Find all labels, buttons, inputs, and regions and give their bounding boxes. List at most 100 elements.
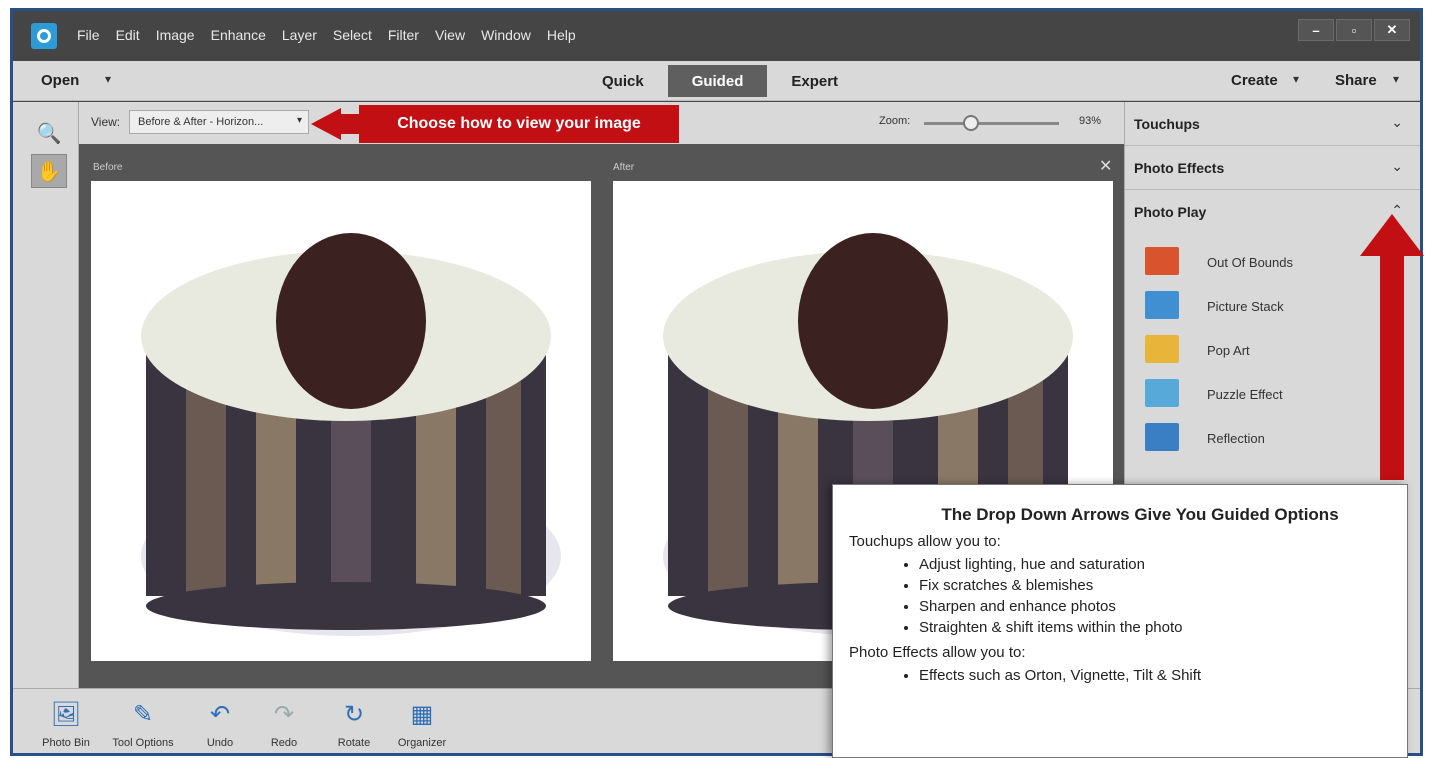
view-select[interactable]: Before & After - Horizon... ▾: [129, 110, 309, 134]
maximize-button[interactable]: ▫: [1336, 19, 1372, 41]
touchups-intro: Touchups allow you to:: [849, 533, 1001, 550]
close-window-button[interactable]: ✕: [1374, 19, 1410, 41]
redo-button[interactable]: ↷ Redo: [249, 697, 319, 750]
pop-art-icon: [1145, 335, 1179, 363]
rotate-button[interactable]: ↻ Rotate: [319, 697, 389, 750]
tool-options-icon: ✎: [132, 700, 154, 728]
zoom-label: Zoom:: [879, 115, 911, 127]
menu-select[interactable]: Select: [333, 27, 372, 43]
list-item: Straighten & shift items within the phot…: [919, 619, 1391, 636]
undo-button[interactable]: ↶ Undo: [185, 697, 255, 750]
tab-expert[interactable]: Expert: [767, 65, 862, 97]
puzzle-effect-icon: [1145, 379, 1179, 407]
menu-file[interactable]: File: [77, 27, 100, 43]
photo-bin-icon: 🖼: [50, 700, 82, 728]
menu-bar: File Edit Image Enhance Layer Select Fil…: [13, 11, 1420, 61]
play-item-picture-stack[interactable]: Picture Stack: [1145, 291, 1405, 323]
minimize-button[interactable]: –: [1298, 19, 1334, 41]
undo-icon: ↶: [209, 700, 231, 728]
up-arrow-stem: [1380, 255, 1404, 480]
bottom-label: Undo: [206, 737, 234, 749]
create-dropdown-icon[interactable]: ▾: [1293, 72, 1299, 86]
list-item: Adjust lighting, hue and saturation: [919, 556, 1391, 573]
app-logo-icon[interactable]: [31, 23, 57, 49]
list-item: Effects such as Orton, Vignette, Tilt & …: [919, 667, 1391, 684]
mode-bar: Open ▾ Quick Guided Expert Create ▾ Shar…: [13, 61, 1420, 101]
section-title: Touchups: [1134, 116, 1200, 132]
view-select-value: Before & After - Horizon...: [138, 116, 264, 128]
menu-edit[interactable]: Edit: [116, 27, 140, 43]
bottom-label: Rotate: [337, 737, 371, 749]
section-title: Photo Effects: [1134, 160, 1225, 176]
callout-arrow-left: [311, 108, 341, 140]
after-label: After: [613, 162, 635, 173]
share-button[interactable]: Share: [1335, 72, 1377, 89]
open-dropdown-icon[interactable]: ▾: [105, 72, 111, 86]
picture-stack-icon: [1145, 291, 1179, 319]
chevron-down-icon: ▾: [296, 115, 302, 126]
window-controls: – ▫ ✕: [1298, 19, 1410, 41]
tool-options-button[interactable]: ✎ Tool Options: [108, 697, 178, 750]
list-item: Fix scratches & blemishes: [919, 577, 1391, 594]
menu-layer[interactable]: Layer: [282, 27, 317, 43]
up-arrow-annotation: [1360, 214, 1424, 256]
play-item-pop-art[interactable]: Pop Art: [1145, 335, 1405, 367]
tool-panel: 🔍 ✋: [13, 102, 79, 688]
list-item: Sharpen and enhance photos: [919, 598, 1391, 615]
view-options-bar: View: Before & After - Horizon... ▾ Choo…: [79, 102, 1124, 144]
menu-list: File Edit Image Enhance Layer Select Fil…: [77, 27, 576, 43]
cake-photo: [141, 233, 561, 636]
out-of-bounds-icon: [1145, 247, 1179, 275]
touchups-list: Adjust lighting, hue and saturation Fix …: [849, 556, 1391, 636]
before-label: Before: [93, 162, 123, 173]
section-photo-effects[interactable]: Photo Effects ⌄: [1125, 146, 1420, 190]
menu-view[interactable]: View: [435, 27, 465, 43]
rotate-icon: ↻: [343, 700, 365, 728]
play-item-label: Out Of Bounds: [1207, 255, 1293, 270]
close-icon[interactable]: ✕: [1099, 156, 1112, 176]
play-item-label: Pop Art: [1207, 343, 1250, 358]
callout-arrow-stem: [339, 114, 359, 134]
create-button[interactable]: Create: [1231, 72, 1278, 89]
redo-icon: ↷: [273, 700, 295, 728]
tab-quick[interactable]: Quick: [578, 65, 668, 97]
zoom-value: 93%: [1079, 115, 1102, 127]
section-touchups[interactable]: Touchups ⌄: [1125, 102, 1420, 146]
view-label: View:: [91, 115, 121, 129]
menu-enhance[interactable]: Enhance: [211, 27, 266, 43]
view-callout: Choose how to view your image: [359, 105, 679, 143]
zoom-slider-knob[interactable]: [963, 115, 980, 131]
play-item-label: Puzzle Effect: [1207, 387, 1283, 402]
hand-tool-icon[interactable]: ✋: [31, 154, 67, 188]
organizer-button[interactable]: ▦ Organizer: [387, 697, 457, 750]
organizer-icon: ▦: [410, 700, 434, 728]
open-button[interactable]: Open: [41, 72, 79, 89]
section-title: Photo Play: [1134, 204, 1207, 220]
bottom-label: Tool Options: [112, 737, 174, 749]
play-item-label: Picture Stack: [1207, 299, 1284, 314]
zoom-slider-track[interactable]: [924, 122, 1059, 125]
play-item-label: Reflection: [1207, 431, 1265, 446]
effects-list: Effects such as Orton, Vignette, Tilt & …: [849, 667, 1391, 684]
play-item-puzzle-effect[interactable]: Puzzle Effect: [1145, 379, 1405, 411]
note-title: The Drop Down Arrows Give You Guided Opt…: [941, 505, 1339, 524]
photo-bin-button[interactable]: 🖼 Photo Bin: [31, 697, 101, 750]
before-image[interactable]: [91, 181, 591, 661]
tab-guided[interactable]: Guided: [667, 65, 768, 97]
chevron-down-icon[interactable]: ⌄: [1391, 158, 1403, 175]
zoom-tool-icon[interactable]: 🔍: [31, 116, 67, 150]
bottom-label: Photo Bin: [42, 737, 90, 749]
menu-image[interactable]: Image: [156, 27, 195, 43]
menu-help[interactable]: Help: [547, 27, 576, 43]
menu-window[interactable]: Window: [481, 27, 531, 43]
bottom-label: Redo: [270, 737, 298, 749]
guided-options-note: The Drop Down Arrows Give You Guided Opt…: [832, 484, 1408, 758]
menu-filter[interactable]: Filter: [388, 27, 419, 43]
play-item-reflection[interactable]: Reflection: [1145, 423, 1405, 455]
effects-intro: Photo Effects allow you to:: [849, 644, 1026, 661]
reflection-icon: [1145, 423, 1179, 451]
bottom-label: Organizer: [397, 737, 447, 749]
share-dropdown-icon[interactable]: ▾: [1393, 72, 1399, 86]
mode-tabs: Quick Guided Expert: [578, 65, 862, 97]
chevron-down-icon[interactable]: ⌄: [1391, 114, 1403, 131]
